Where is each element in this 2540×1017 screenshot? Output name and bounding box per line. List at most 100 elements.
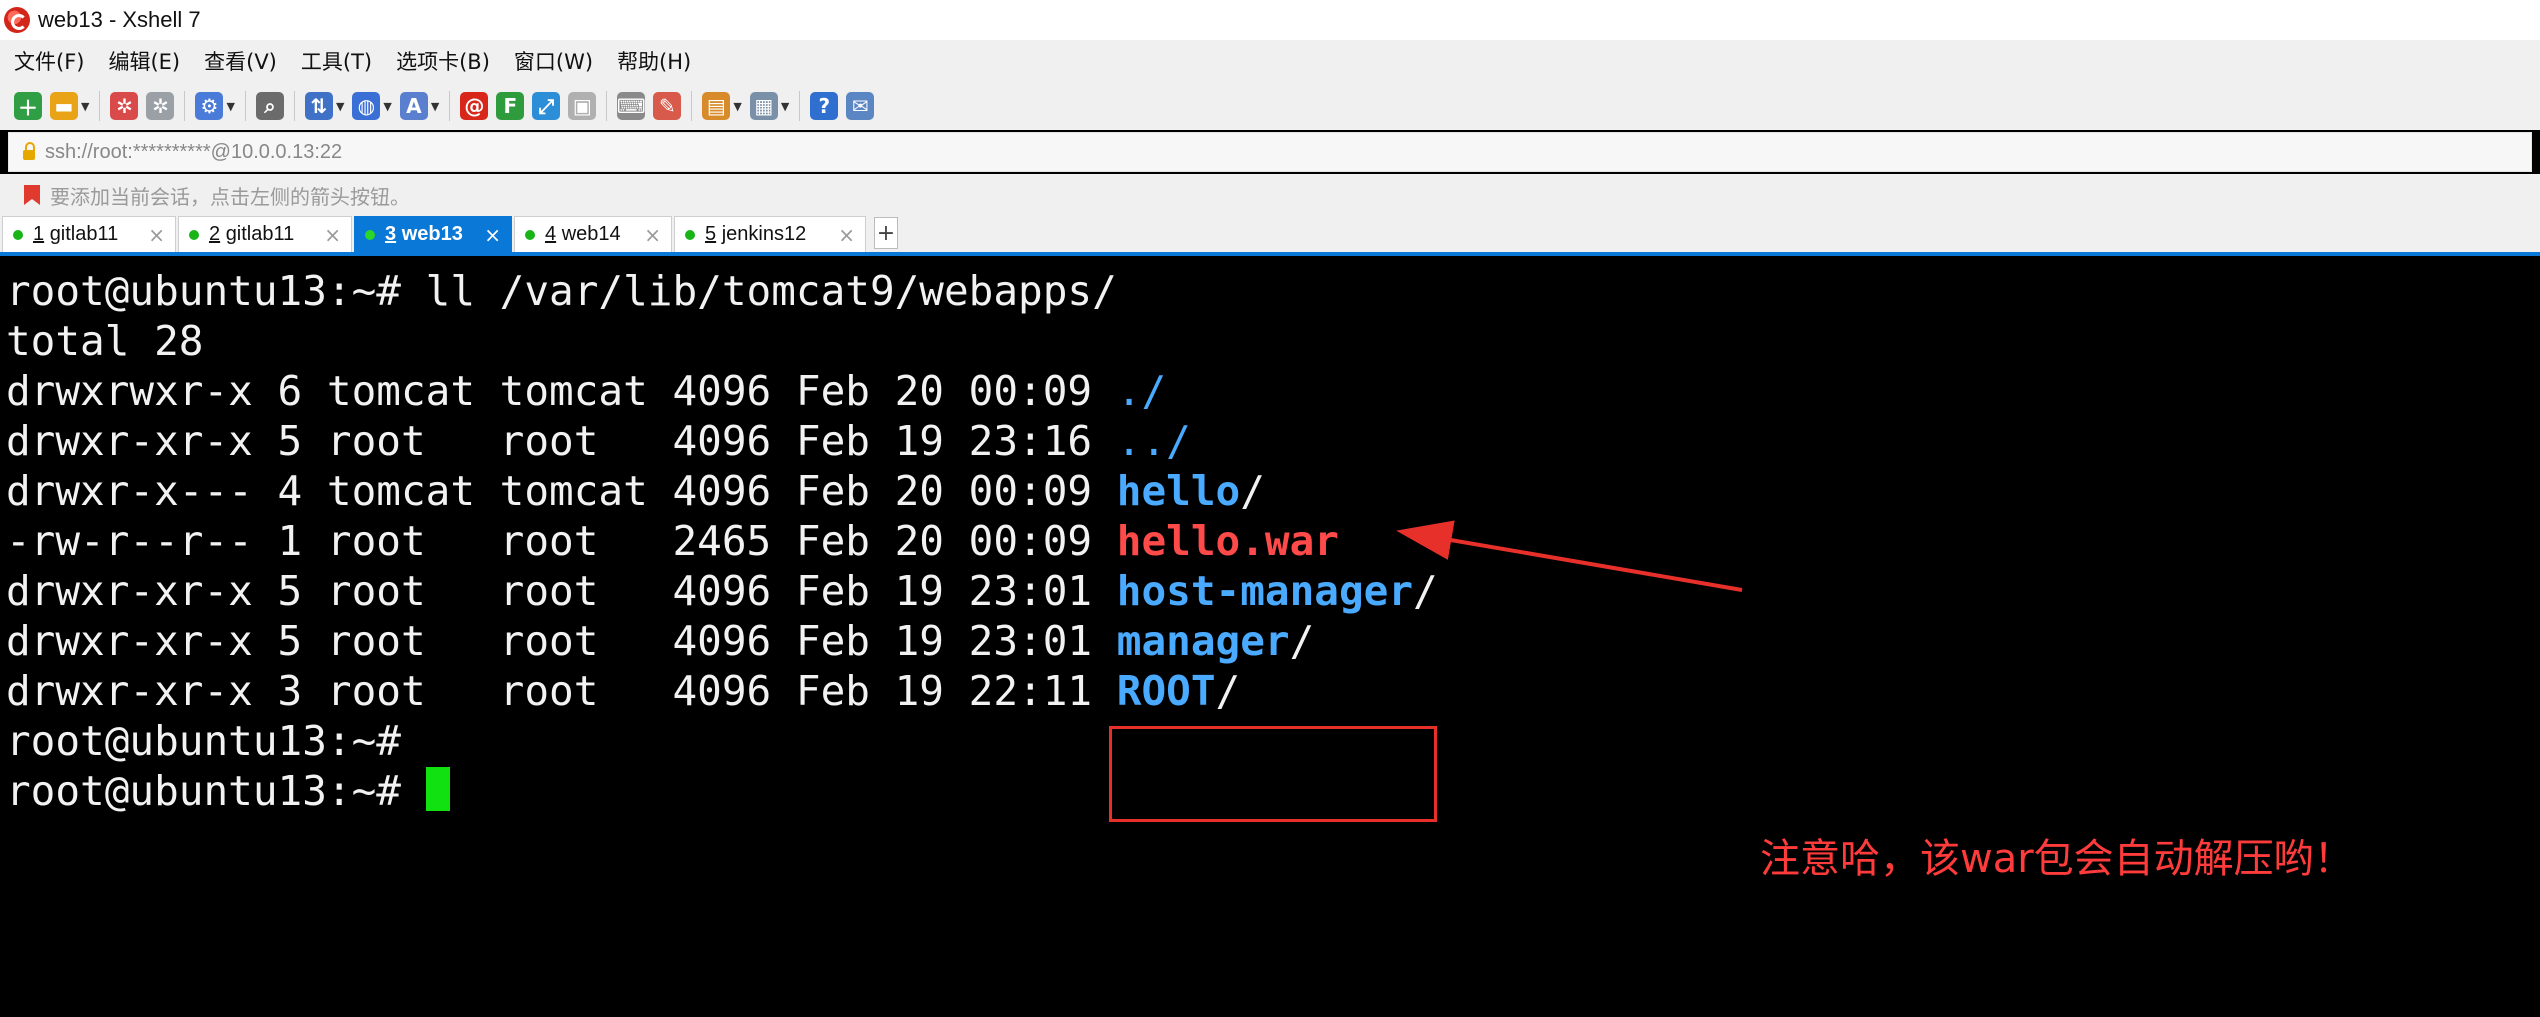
tab-number: 1 (33, 223, 45, 245)
toolbar-separator (606, 91, 608, 121)
close-tab-icon[interactable]: × (470, 223, 501, 247)
title-bar: web13 - Xshell 7 (0, 0, 2540, 40)
file-metadata: drwxrwxr-x 6 tomcat tomcat 4096 Feb 20 0… (6, 367, 1117, 415)
xftp-button[interactable]: F (496, 88, 525, 124)
session-hint-bar: 要添加当前会话，点击左侧的箭头按钮。 (0, 174, 2540, 216)
connect-button[interactable]: ✲ (110, 88, 139, 124)
fullscreen-icon: ⤢ (532, 92, 561, 120)
directory-name: ./ (1116, 367, 1167, 415)
xshell-logo-button[interactable]: @ (460, 88, 489, 124)
dropdown-arrow-icon[interactable]: ▼ (781, 100, 789, 113)
add-session-bookmark-icon[interactable] (24, 185, 40, 205)
globe-button[interactable]: ◍ ▼ (352, 88, 392, 124)
transfer-icon: ⇅ (304, 92, 333, 120)
xftp-icon: F (496, 92, 525, 120)
dropdown-arrow-icon[interactable]: ▼ (336, 100, 344, 113)
terminal-line: drwxrwxr-x 6 tomcat tomcat 4096 Feb 20 0… (6, 366, 1166, 416)
new-tab-button[interactable]: + (874, 217, 898, 249)
connected-status-icon (189, 229, 199, 240)
menu-window[interactable]: 窗口(W) (510, 44, 597, 78)
file-metadata: -rw-r--r-- 1 root root 2465 Feb 20 00:09 (6, 517, 1117, 565)
script-button[interactable]: ▤ ▼ (702, 88, 742, 124)
font-icon: A (399, 92, 428, 120)
tab-label: 2 gitlab11 (209, 223, 294, 246)
tab-label: 3 web13 (385, 223, 463, 246)
help-button[interactable]: ? (810, 88, 839, 124)
menu-edit[interactable]: 编辑(E) (104, 44, 184, 78)
lock-icon: ▣ (568, 92, 597, 120)
keyboard-button[interactable]: ⌨ (616, 88, 646, 124)
terminal-line: drwxr-xr-x 5 root root 4096 Feb 19 23:01… (6, 616, 1314, 666)
tab-gitlab11-2[interactable]: 2 gitlab11 × (178, 216, 352, 252)
terminal-text: total 28 (6, 317, 204, 365)
menu-tab[interactable]: 选项卡(B) (392, 44, 494, 78)
dropdown-arrow-icon[interactable]: ▼ (81, 100, 89, 113)
menu-help[interactable]: 帮助(H) (613, 44, 695, 78)
highlight-button[interactable]: ✎ (653, 88, 682, 124)
new-session-button[interactable]: ＋ (14, 88, 42, 124)
new-session-icon: ＋ (14, 92, 42, 120)
layout-button[interactable]: ▦ ▼ (749, 88, 789, 124)
find-icon: ⌕ (255, 92, 284, 120)
lock-icon (23, 142, 35, 160)
highlight-box (1109, 726, 1437, 822)
terminal-cursor (425, 767, 450, 811)
fullscreen-button[interactable]: ⤢ (532, 88, 561, 124)
find-button[interactable]: ⌕ (255, 88, 284, 124)
tab-name: gitlab11 (49, 223, 119, 245)
tab-jenkins12-5[interactable]: 5 jenkins12 × (674, 216, 866, 252)
terminal-text: root@ubuntu13:~# ll /var/lib/tomcat9/web… (6, 267, 1117, 315)
connected-status-icon (685, 229, 695, 240)
keyboard-icon: ⌨ (616, 92, 646, 120)
dropdown-arrow-icon[interactable]: ▼ (383, 100, 391, 113)
terminal-line: root@ubuntu13:~# ll /var/lib/tomcat9/web… (6, 266, 1117, 316)
connected-status-icon (365, 229, 375, 240)
connected-status-icon (13, 229, 23, 240)
directory-name: manager (1116, 617, 1290, 665)
toolbar: ＋ ▬ ▼ ✲ ✲ ⚙ ▼ ⌕ ⇅ ▼ ◍ ▼ A ▼ @ F ⤢ ▣ ⌨ ✎ ▤ ▼ ▦ ▼? ✉ (0, 82, 2540, 130)
script-icon: ▤ (702, 92, 731, 120)
dropdown-arrow-icon[interactable]: ▼ (733, 100, 741, 113)
tab-label: 4 web14 (545, 223, 621, 246)
close-tab-icon[interactable]: × (630, 223, 661, 247)
connected-status-icon (525, 229, 535, 240)
xshell-logo-icon: @ (460, 92, 489, 120)
terminal-area[interactable]: 注意哈，该war包会自动解压哟！ root@ubuntu13:~# ll /va… (0, 260, 2540, 1017)
tab-label: 5 jenkins12 (705, 223, 806, 246)
dropdown-arrow-icon[interactable]: ▼ (431, 100, 439, 113)
toolbar-separator (184, 91, 186, 121)
tab-name: jenkins12 (721, 223, 807, 245)
tab-web13-3[interactable]: 3 web13 × (354, 216, 512, 252)
terminal-line: drwxr-xr-x 5 root root 4096 Feb 19 23:01… (6, 566, 1438, 616)
menu-tools[interactable]: 工具(T) (297, 44, 376, 78)
xshell-logo-icon (4, 7, 30, 33)
close-tab-icon[interactable]: × (134, 223, 165, 247)
menu-bar: 文件(F) 编辑(E) 查看(V) 工具(T) 选项卡(B) 窗口(W) 帮助(… (0, 40, 2540, 82)
terminal-line: drwxr-x--- 4 tomcat tomcat 4096 Feb 20 0… (6, 466, 1265, 516)
terminal-line: root@ubuntu13:~# (6, 716, 401, 766)
disconnect-button[interactable]: ✲ (146, 88, 175, 124)
lock-button[interactable]: ▣ (568, 88, 597, 124)
dropdown-arrow-icon[interactable]: ▼ (226, 100, 234, 113)
tab-web14-4[interactable]: 4 web14 × (514, 216, 672, 252)
properties-button[interactable]: ⚙ ▼ (195, 88, 235, 124)
close-tab-icon[interactable]: × (824, 223, 855, 247)
address-text: ssh://root:**********@10.0.0.13:22 (45, 140, 343, 163)
tab-number: 5 (705, 223, 717, 245)
close-tab-icon[interactable]: × (310, 223, 341, 247)
address-bar[interactable]: ssh://root:**********@10.0.0.13:22 (8, 132, 2532, 172)
layout-icon: ▦ (749, 92, 778, 120)
toolbar-separator (293, 91, 295, 121)
tab-gitlab11-1[interactable]: 1 gitlab11 × (2, 216, 176, 252)
menu-view[interactable]: 查看(V) (200, 44, 281, 78)
terminal-line: total 28 (6, 316, 203, 366)
directory-suffix: / (1240, 467, 1265, 515)
window-title: web13 - Xshell 7 (38, 7, 201, 32)
chat-button[interactable]: ✉ (846, 88, 875, 124)
terminal-line: drwxr-xr-x 3 root root 4096 Feb 19 22:11… (6, 666, 1240, 716)
font-button[interactable]: A ▼ (399, 88, 439, 124)
menu-file[interactable]: 文件(F) (10, 44, 88, 78)
help-icon: ? (810, 92, 839, 120)
transfer-button[interactable]: ⇅ ▼ (304, 88, 344, 124)
open-folder-button[interactable]: ▬ ▼ (50, 88, 89, 124)
